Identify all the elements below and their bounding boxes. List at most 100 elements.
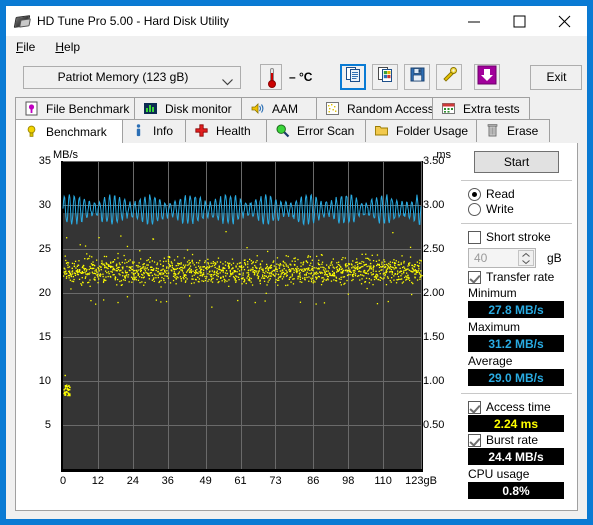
tab-info-label: Info (153, 124, 174, 138)
checkbox-burst-rate-indicator (468, 433, 481, 447)
short-stroke-stepper[interactable]: 40 (468, 248, 536, 268)
checkbox-short-stroke[interactable]: Short stroke (468, 230, 574, 244)
exit-button-label: Exit (546, 70, 567, 84)
menu-help[interactable]: Help (55, 40, 80, 54)
temperature-display: – °C (260, 64, 312, 90)
start-button[interactable]: Start (474, 151, 559, 173)
copy-info-button[interactable] (340, 64, 367, 90)
tab-extra-tests-label: Extra tests (463, 102, 520, 116)
x-tick-label: 86 (307, 475, 320, 487)
checkbox-transfer-rate[interactable]: Transfer rate (468, 270, 574, 284)
radio-read[interactable]: Read (468, 187, 574, 201)
checkbox-short-stroke-indicator (468, 230, 481, 244)
tab-row-lower: Benchmark Info Health Error Scan Folder … (15, 119, 578, 143)
tab-folder-usage[interactable]: Folder Usage (365, 119, 477, 142)
tab-folder-usage-label: Folder Usage (396, 124, 469, 138)
trash-icon (485, 123, 501, 139)
folder-icon (374, 123, 390, 139)
tab-file-benchmark[interactable]: File Benchmark (15, 97, 135, 120)
tab-random-access-label: Random Access (347, 102, 434, 116)
tab-erase-label: Erase (507, 124, 539, 138)
checkbox-short-stroke-label: Short stroke (486, 230, 551, 244)
y2-tick-label: 1.00 (423, 375, 445, 387)
thermometer-icon[interactable] (260, 64, 282, 90)
minimize-button[interactable] (452, 6, 497, 36)
tab-erase[interactable]: Erase (476, 119, 550, 142)
tab-error-scan[interactable]: Error Scan (266, 119, 366, 142)
screenshot-button[interactable] (372, 64, 399, 90)
x-tick-label: 61 (234, 475, 247, 487)
benchmark-chart: MB/s ms 5 10 15 20 25 30 35 0.50 1.00 1.50 2.00 2.… (21, 149, 453, 487)
copy-image-icon (377, 66, 394, 88)
tab-random-access[interactable]: Random Access (316, 97, 434, 120)
hd-tune-window: HD Tune Pro 5.00 - Hard Disk Utility Fil… (5, 5, 588, 520)
download-button[interactable] (474, 64, 501, 90)
minimum-value-box: 27.8 MB/s (468, 301, 564, 318)
short-stroke-unit: gB (547, 251, 562, 265)
magnifier-icon (275, 123, 291, 139)
maximize-button[interactable] (497, 6, 542, 36)
access-time-value-box: 2.24 ms (468, 415, 564, 432)
y2-tick-label: 2.00 (423, 287, 445, 299)
x-tick-label: 123gB (405, 475, 437, 487)
bar-chart-icon (143, 101, 159, 117)
window-controls (452, 6, 587, 36)
purple-down-arrow-icon (477, 65, 497, 90)
speaker-icon (250, 101, 266, 117)
tab-disk-monitor[interactable]: Disk monitor (134, 97, 242, 120)
checkbox-transfer-rate-indicator (468, 270, 481, 284)
toolbar: Patriot Memory (123 gB) – °C Exit (6, 57, 587, 97)
average-value-box: 29.0 MB/s (468, 369, 564, 386)
hard-disk-icon (13, 13, 31, 29)
menu-file[interactable]: File (16, 40, 35, 54)
exit-button[interactable]: Exit (530, 64, 583, 90)
health-cross-icon (194, 123, 210, 139)
tab-extra-tests[interactable]: Extra tests (432, 97, 530, 120)
benchmark-bulb-icon (24, 124, 40, 140)
checkbox-burst-rate-label: Burst rate (486, 433, 539, 447)
tab-aam-label: AAM (272, 102, 299, 116)
chart-series-layer (62, 193, 423, 397)
radio-write[interactable]: Write (468, 202, 574, 216)
file-benchmark-icon (24, 101, 40, 117)
average-value: 29.0 MB/s (488, 370, 544, 385)
drive-select-label: Patriot Memory (123 gB) (57, 70, 189, 84)
wrench-icon (441, 66, 458, 88)
x-tick-label: 12 (91, 475, 105, 487)
x-tick-label: 0 (59, 475, 67, 487)
minimum-label: Minimum (468, 286, 517, 300)
close-button[interactable] (542, 6, 587, 36)
minimum-value: 27.8 MB/s (488, 302, 544, 317)
start-button-label: Start (503, 155, 530, 169)
tab-info[interactable]: Info (122, 119, 186, 142)
chart-x-ticks: 0 12 24 36 49 61 73 86 98 110 123gB (21, 475, 453, 489)
save-button[interactable] (404, 64, 431, 90)
x-tick-label: 49 (199, 475, 212, 487)
temperature-value: – °C (289, 70, 313, 84)
menu-help-accel: H (55, 39, 65, 54)
menu-bar: File Help (6, 36, 587, 57)
maximum-value: 31.2 MB/s (488, 336, 544, 351)
drive-select[interactable]: Patriot Memory (123 gB) (23, 65, 241, 89)
benchmark-panel: MB/s ms 5 10 15 20 25 30 35 0.50 1.00 1.50 2.00 2.… (15, 143, 578, 511)
y-tick-label: 35 (38, 155, 51, 167)
radio-read-indicator (468, 187, 481, 201)
checkbox-transfer-rate-label: Transfer rate (486, 270, 555, 284)
transfer-rate-line (62, 193, 422, 227)
tab-benchmark[interactable]: Benchmark (15, 119, 123, 143)
menu-file-rest: ile (23, 39, 36, 54)
settings-button[interactable] (436, 64, 463, 90)
radio-write-label: Write (486, 202, 514, 216)
tab-health[interactable]: Health (185, 119, 267, 142)
tab-benchmark-label: Benchmark (46, 124, 107, 139)
checkbox-burst-rate[interactable]: Burst rate (468, 433, 574, 447)
tab-health-label: Health (216, 124, 251, 138)
average-label: Average (468, 354, 513, 368)
checkbox-access-time[interactable]: Access time (468, 400, 574, 414)
checkbox-access-time-indicator (468, 400, 481, 414)
y2-tick-label: 3.50 (423, 155, 445, 167)
tab-aam[interactable]: AAM (241, 97, 317, 120)
divider-2 (461, 223, 572, 224)
spinner-arrows-icon[interactable] (518, 250, 534, 266)
maximum-value-box: 31.2 MB/s (468, 335, 564, 352)
